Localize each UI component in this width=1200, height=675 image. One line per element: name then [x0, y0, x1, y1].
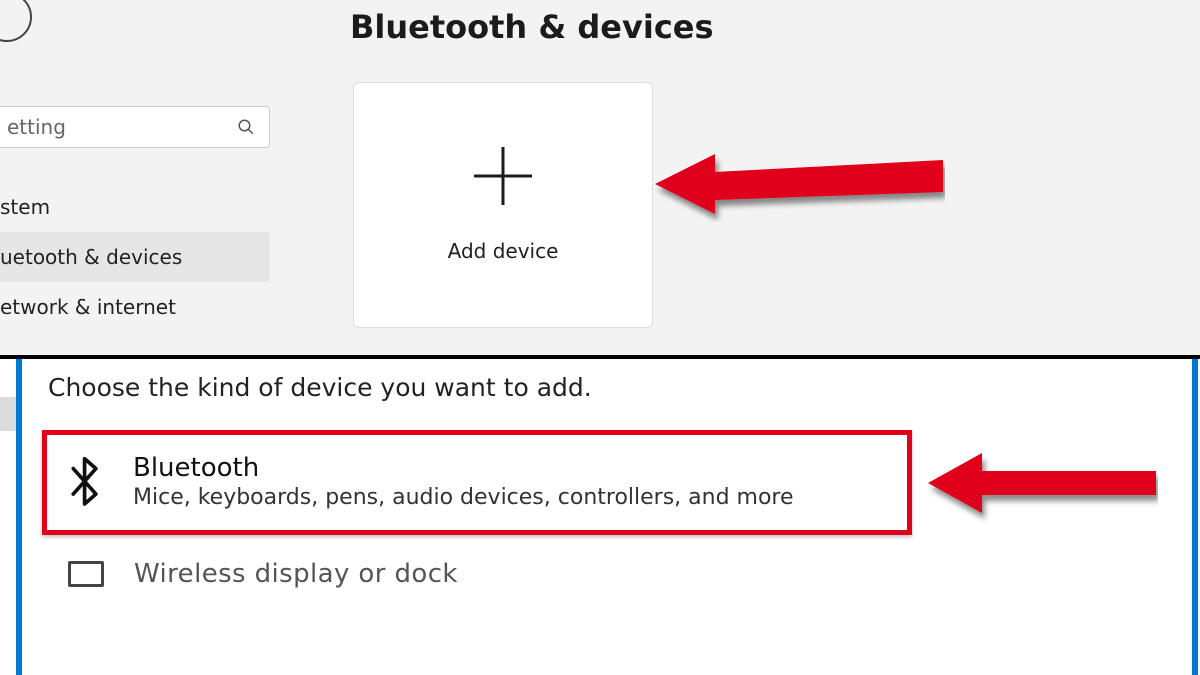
- search-placeholder: etting: [7, 115, 237, 139]
- page-title: Bluetooth & devices: [350, 8, 714, 46]
- annotation-arrow-add-device: [655, 142, 945, 222]
- add-device-tile[interactable]: Add device: [353, 82, 653, 328]
- dialog-border-right: [1192, 359, 1198, 675]
- sidebar-item-network-internet[interactable]: etwork & internet: [0, 282, 270, 332]
- option-title: Wireless display or dock: [134, 559, 458, 589]
- option-subtitle: Mice, keyboards, pens, audio devices, co…: [133, 485, 794, 510]
- display-icon: [68, 561, 104, 587]
- settings-window: Bluetooth & devices etting stem uetooth …: [0, 0, 1200, 355]
- back-button[interactable]: [0, 0, 32, 42]
- sidebar-item-label: stem: [0, 195, 50, 219]
- device-option-bluetooth[interactable]: Bluetooth Mice, keyboards, pens, audio d…: [42, 430, 912, 535]
- dialog-border-left: [16, 359, 22, 675]
- search-input[interactable]: etting: [0, 106, 270, 148]
- option-title: Bluetooth: [133, 453, 794, 483]
- device-option-wireless-display[interactable]: Wireless display or dock: [42, 535, 912, 589]
- add-device-dialog: Choose the kind of device you want to ad…: [0, 359, 1200, 675]
- option-text: Bluetooth Mice, keyboards, pens, audio d…: [133, 453, 794, 510]
- sidebar-item-bluetooth-devices[interactable]: uetooth & devices: [0, 232, 270, 282]
- sidebar-nav: stem uetooth & devices etwork & internet: [0, 182, 270, 332]
- plus-icon: [474, 147, 532, 205]
- background-strip: [0, 397, 16, 431]
- add-device-label: Add device: [448, 239, 559, 263]
- dialog-content: Choose the kind of device you want to ad…: [42, 373, 1170, 675]
- dialog-heading: Choose the kind of device you want to ad…: [48, 373, 1170, 402]
- sidebar-item-label: etwork & internet: [0, 295, 176, 319]
- sidebar-item-label: uetooth & devices: [0, 245, 182, 269]
- search-icon: [237, 118, 255, 136]
- bluetooth-icon: [69, 453, 103, 510]
- sidebar-item-system[interactable]: stem: [0, 182, 270, 232]
